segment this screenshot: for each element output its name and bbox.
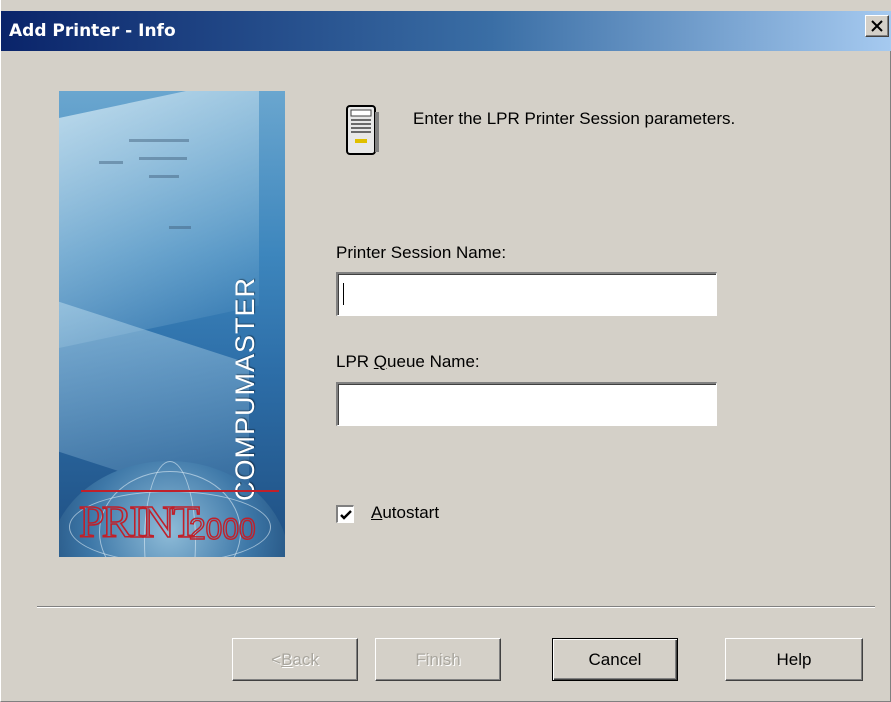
close-button[interactable] <box>865 15 889 37</box>
paper-line <box>129 139 189 142</box>
paper-line <box>149 175 179 178</box>
session-name-field[interactable] <box>336 272 717 316</box>
instruction-text: Enter the LPR Printer Session parameters… <box>413 109 736 128</box>
cancel-button[interactable]: Cancel <box>552 638 678 681</box>
close-icon <box>871 20 883 32</box>
print2000-logo: PRINT 2000 <box>78 495 256 547</box>
queue-name-field[interactable] <box>336 382 717 426</box>
finish-button[interactable]: Finish <box>375 638 501 681</box>
session-name-label: Printer Session Name: <box>336 243 507 262</box>
help-button[interactable]: Help <box>725 638 863 681</box>
paper-line <box>169 226 191 229</box>
compumaster-banner: COMPUMASTER PRINT 2000 <box>59 91 285 557</box>
autostart-checkbox[interactable] <box>336 505 354 523</box>
printer-icon <box>346 105 379 155</box>
paper-line <box>139 157 187 160</box>
window-title: Add Printer - Info <box>9 21 176 41</box>
autostart-label[interactable]: Autostart <box>371 503 439 523</box>
queue-name-label: LPR Queue Name: <box>336 352 480 371</box>
title-bar[interactable]: Add Printer - Info <box>1 11 891 51</box>
brand-text: COMPUMASTER <box>230 276 260 501</box>
text-caret <box>343 283 344 305</box>
add-printer-dialog: Add Printer - Info COMPUMASTER PRINT 200… <box>0 0 891 702</box>
checkmark-icon <box>340 510 352 520</box>
window-top-edge <box>1 0 891 11</box>
svg-text:2000: 2000 <box>189 513 256 546</box>
paper-line <box>99 161 123 164</box>
svg-text:PRINT: PRINT <box>79 496 200 547</box>
button-separator <box>37 606 875 608</box>
back-button[interactable]: < Back <box>232 638 358 681</box>
